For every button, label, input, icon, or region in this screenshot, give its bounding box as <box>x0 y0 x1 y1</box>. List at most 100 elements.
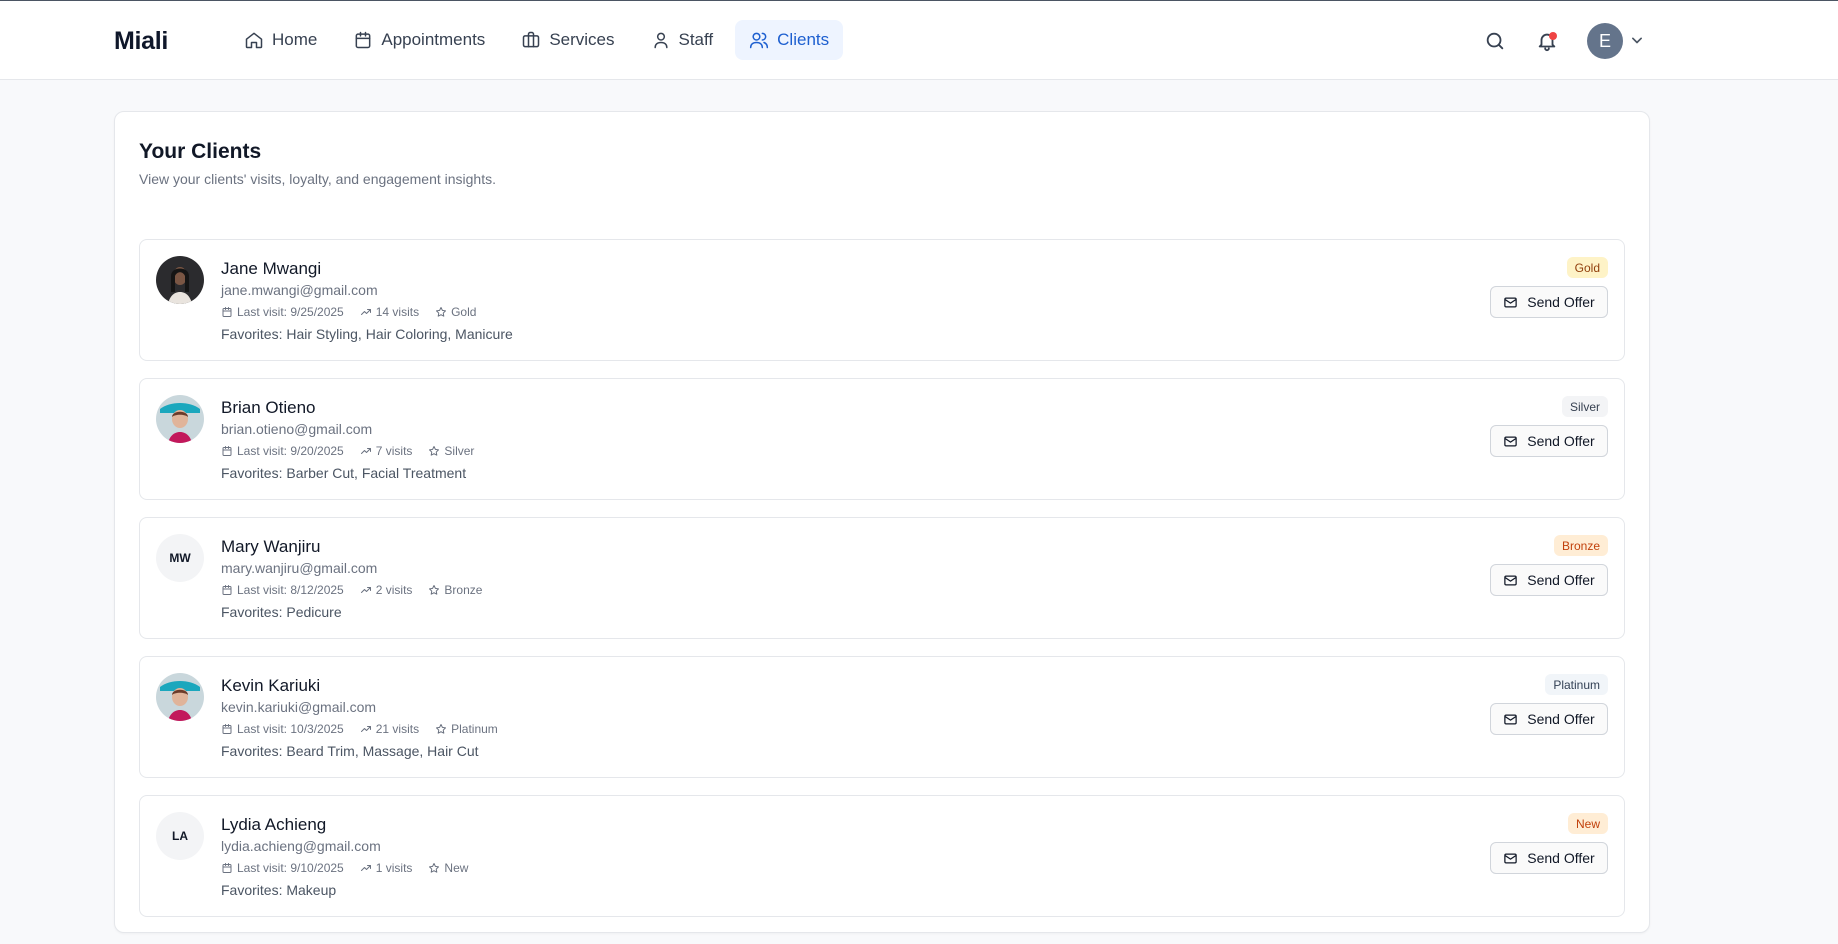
last-visit: Last visit: 10/3/2025 <box>237 722 344 736</box>
briefcase-icon <box>523 31 540 48</box>
brand-logo[interactable]: Miali <box>114 27 168 56</box>
visit-count: 21 visits <box>375 722 420 736</box>
loyalty-tier: Platinum <box>451 722 498 736</box>
send-offer-label: Send Offer <box>1527 850 1595 866</box>
page-subtitle: View your clients' visits, loyalty, and … <box>139 171 496 187</box>
loyalty-tier: New <box>444 861 469 875</box>
nav-label-clients: Clients <box>777 30 830 49</box>
tier-badge: Gold <box>1566 257 1608 278</box>
star-icon <box>429 585 440 595</box>
nav-item-home[interactable]: Home <box>230 20 331 60</box>
mail-icon <box>1504 575 1518 585</box>
notifications-button[interactable] <box>1529 23 1565 59</box>
mail-icon <box>1504 297 1518 307</box>
users-icon <box>750 32 769 49</box>
client-email: mary.wanjiru@gmail.com <box>221 560 378 576</box>
send-offer-label: Send Offer <box>1527 711 1595 727</box>
calendar-icon <box>222 585 232 595</box>
client-email: lydia.achieng@gmail.com <box>221 838 381 854</box>
client-avatar <box>156 256 204 304</box>
trending-up-icon <box>360 865 371 871</box>
client-avatar <box>156 673 204 721</box>
send-offer-button[interactable]: Send Offer <box>1490 425 1608 457</box>
send-offer-label: Send Offer <box>1527 572 1595 588</box>
nav-label-home: Home <box>272 30 318 49</box>
send-offer-button[interactable]: Send Offer <box>1490 564 1608 596</box>
trending-up-icon <box>360 587 371 593</box>
client-card: Brian Otieno brian.otieno@gmail.com Last… <box>139 378 1625 500</box>
main-nav: Home Appointments Services Staff Clients <box>230 20 844 60</box>
client-photo <box>156 395 204 443</box>
client-favorites: Favorites: Hair Styling, Hair Coloring, … <box>221 326 513 342</box>
calendar-icon <box>222 446 232 456</box>
tier-badge: Bronze <box>1553 535 1608 556</box>
send-offer-button[interactable]: Send Offer <box>1490 842 1608 874</box>
client-name: Brian Otieno <box>221 398 316 417</box>
loyalty-tier: Gold <box>451 305 477 319</box>
client-card: Kevin Kariuki kevin.kariuki@gmail.com La… <box>139 656 1625 778</box>
top-navbar: Miali Home Appointments Services Staff C… <box>0 0 1838 80</box>
notification-dot <box>1549 32 1557 40</box>
client-name: Lydia Achieng <box>221 815 327 834</box>
client-favorites: Favorites: Makeup <box>221 882 337 898</box>
client-avatar <box>156 395 204 443</box>
mail-icon <box>1504 436 1518 446</box>
client-name: Jane Mwangi <box>221 259 322 278</box>
client-photo <box>156 673 204 721</box>
star-icon <box>429 446 440 456</box>
search-button[interactable] <box>1477 23 1513 59</box>
client-favorites: Favorites: Barber Cut, Facial Treatment <box>221 465 467 481</box>
nav-label-appointments: Appointments <box>381 30 486 49</box>
search-icon <box>1486 32 1504 50</box>
last-visit: Last visit: 8/12/2025 <box>237 583 344 597</box>
star-icon <box>436 724 447 734</box>
mail-icon <box>1504 714 1518 724</box>
last-visit: Last visit: 9/25/2025 <box>237 305 344 319</box>
mail-icon <box>1504 853 1518 863</box>
client-meta: Last visit: 9/25/2025 14 visits Gold <box>221 305 476 319</box>
visit-count: 7 visits <box>375 444 413 458</box>
client-avatar: MW <box>156 534 204 582</box>
star-icon <box>436 307 447 317</box>
page-title: Your Clients <box>139 140 262 163</box>
chevron-down-icon[interactable] <box>1627 30 1647 50</box>
nav-item-staff[interactable]: Staff <box>637 20 728 60</box>
user-avatar[interactable]: E <box>1587 23 1623 59</box>
client-meta: Last visit: 9/10/2025 1 visits New <box>221 861 468 875</box>
nav-item-clients[interactable]: Clients <box>735 20 844 60</box>
client-email: jane.mwangi@gmail.com <box>221 282 378 298</box>
calendar-icon <box>222 863 232 873</box>
client-meta: Last visit: 10/3/2025 21 visits Platinum <box>221 722 498 736</box>
last-visit: Last visit: 9/20/2025 <box>237 444 344 458</box>
client-card: Jane Mwangi jane.mwangi@gmail.com Last v… <box>139 239 1625 361</box>
last-visit: Last visit: 9/10/2025 <box>237 861 344 875</box>
star-icon <box>429 863 440 873</box>
trending-up-icon <box>360 309 371 315</box>
calendar-icon <box>222 307 232 317</box>
client-favorites: Favorites: Pedicure <box>221 604 342 620</box>
client-meta: Last visit: 8/12/2025 2 visits Bronze <box>221 583 482 597</box>
nav-item-services[interactable]: Services <box>507 20 628 60</box>
client-card: LA Lydia Achieng lydia.achieng@gmail.com… <box>139 795 1625 917</box>
nav-item-appointments[interactable]: Appointments <box>339 20 499 60</box>
tier-badge: Silver <box>1561 396 1608 417</box>
client-name: Kevin Kariuki <box>221 676 321 695</box>
loyalty-tier: Silver <box>444 444 475 458</box>
client-favorites: Favorites: Beard Trim, Massage, Hair Cut <box>221 743 479 759</box>
client-photo <box>156 256 204 304</box>
client-avatar: LA <box>156 812 204 860</box>
user-icon <box>653 32 668 49</box>
home-icon <box>245 32 263 49</box>
trending-up-icon <box>360 448 371 454</box>
client-meta: Last visit: 9/20/2025 7 visits Silver <box>221 444 474 458</box>
visit-count: 14 visits <box>375 305 420 319</box>
tier-badge: New <box>1567 813 1608 834</box>
send-offer-label: Send Offer <box>1527 433 1595 449</box>
nav-label-services: Services <box>549 30 615 49</box>
loyalty-tier: Bronze <box>444 583 483 597</box>
send-offer-button[interactable]: Send Offer <box>1490 286 1608 318</box>
nav-label-staff: Staff <box>678 30 714 49</box>
send-offer-button[interactable]: Send Offer <box>1490 703 1608 735</box>
visit-count: 1 visits <box>375 861 413 875</box>
client-card: MW Mary Wanjiru mary.wanjiru@gmail.com L… <box>139 517 1625 639</box>
